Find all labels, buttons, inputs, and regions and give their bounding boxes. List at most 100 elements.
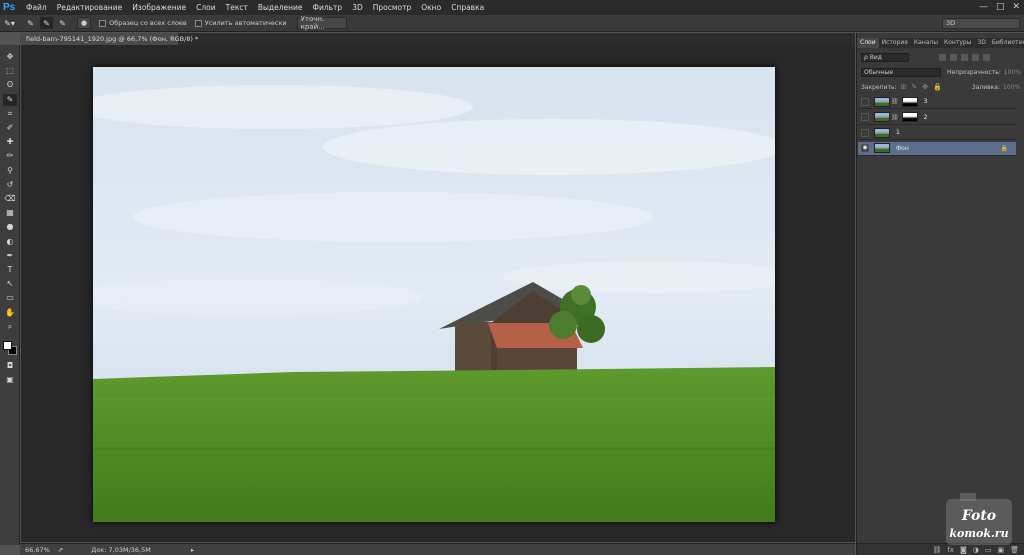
- shape-icon[interactable]: ▭: [3, 292, 17, 304]
- visibility-eye-icon[interactable]: [861, 113, 869, 121]
- menu-item[interactable]: Выделение: [258, 3, 303, 12]
- workspace-select[interactable]: 3D: [942, 18, 1020, 29]
- menu-item[interactable]: Окно: [421, 3, 441, 12]
- screen-mode-icon[interactable]: ▣: [3, 374, 17, 386]
- filter-type-icon[interactable]: [961, 53, 968, 61]
- lock-label: Закрепить:: [861, 83, 897, 91]
- type-icon[interactable]: T: [3, 264, 17, 276]
- barn-field-photo: [93, 67, 775, 522]
- menu-bar: Ps Файл Редактирование Изображение Слои Текс…: [0, 0, 1024, 15]
- visibility-eye-icon[interactable]: [861, 128, 869, 137]
- panel-tab[interactable]: Библиотеки: [989, 38, 1024, 48]
- filter-smart-icon[interactable]: [983, 53, 990, 61]
- layer-mask-thumbnail[interactable]: [901, 96, 918, 107]
- gradient-icon[interactable]: ▦: [3, 207, 17, 219]
- marquee-icon[interactable]: ⬚: [3, 65, 17, 77]
- share-icon[interactable]: ⇗: [58, 546, 63, 554]
- lock-paint-icon[interactable]: ✎: [911, 83, 917, 91]
- tool-preset-picker[interactable]: ✎▾: [3, 17, 16, 29]
- brush-size-picker[interactable]: ●: [77, 17, 92, 29]
- lock-row: Закрепить: ⊞ ✎ ✥ 🔒 Заливка: 100%: [861, 82, 1021, 92]
- layer-mask-thumbnail[interactable]: [901, 112, 918, 122]
- menu-item[interactable]: Слои: [196, 3, 216, 12]
- minimize-button[interactable]: —: [979, 2, 988, 12]
- stamp-icon[interactable]: ⚲: [3, 165, 17, 177]
- filter-pixel-icon[interactable]: [939, 53, 946, 61]
- filter-adjust-icon[interactable]: [950, 53, 957, 61]
- panel-tab[interactable]: История: [879, 38, 911, 48]
- new-selection-icon[interactable]: ✎: [24, 17, 37, 29]
- mask-link-icon[interactable]: ⛓: [891, 114, 899, 121]
- close-button[interactable]: ✕: [1012, 2, 1020, 12]
- document-image[interactable]: [93, 67, 775, 522]
- layer-row[interactable]: ⛓ 2: [858, 111, 1016, 125]
- panel-tabs: СлоиИсторияКаналыКонтуры3DБиблиотеки: [857, 38, 1024, 48]
- eraser-icon[interactable]: ⌫: [3, 193, 17, 205]
- menu-item[interactable]: Изображение: [132, 3, 186, 12]
- fill-label: Заливка:: [971, 83, 1000, 91]
- mask-link-icon[interactable]: ⛓: [891, 98, 899, 105]
- add-selection-icon[interactable]: ✎: [40, 17, 53, 29]
- sample-all-layers-checkbox[interactable]: [99, 19, 107, 27]
- hand-icon[interactable]: ✋: [3, 307, 17, 319]
- lock-move-icon[interactable]: ✥: [922, 83, 928, 91]
- menu-item[interactable]: 3D: [352, 3, 363, 12]
- photoshop-logo: Ps: [3, 2, 16, 13]
- doc-info: Док: 7,03M/36,5M: [91, 545, 151, 554]
- watermark-line2: komok.ru: [949, 527, 1008, 540]
- brush-icon[interactable]: ✏: [3, 150, 17, 162]
- watermark-logo: Foto komok.ru: [942, 487, 1016, 549]
- auto-enhance-checkbox[interactable]: [194, 19, 202, 27]
- sample-all-layers-label: Образец со всех слоев: [109, 19, 187, 27]
- fill-value[interactable]: 100%: [1003, 84, 1020, 91]
- layer-name: 2: [923, 113, 928, 121]
- zoom-icon[interactable]: ⌕: [3, 321, 17, 333]
- healing-icon[interactable]: ✚: [3, 136, 17, 148]
- filter-shape-icon[interactable]: [972, 53, 979, 61]
- maximize-button[interactable]: □: [996, 2, 1005, 12]
- menu-item[interactable]: Фильтр: [313, 3, 343, 12]
- layer-row[interactable]: 1: [858, 126, 1016, 140]
- zoom-level[interactable]: 66,67%: [25, 546, 50, 554]
- layer-thumbnail: [874, 143, 890, 153]
- menu-item[interactable]: Просмотр: [373, 3, 412, 12]
- crop-icon[interactable]: ⌗: [3, 108, 17, 120]
- lasso-icon[interactable]: ʘ: [3, 79, 17, 91]
- quick-mask-icon[interactable]: ◘: [3, 360, 17, 372]
- menu-item[interactable]: Файл: [26, 3, 47, 12]
- menu-item[interactable]: Текст: [226, 3, 248, 12]
- blend-mode-select[interactable]: Обычные: [861, 67, 941, 77]
- menu-item[interactable]: Справка: [451, 3, 484, 12]
- eyedropper-icon[interactable]: ✐: [3, 122, 17, 134]
- history-brush-icon[interactable]: ↺: [3, 179, 17, 191]
- document-tab[interactable]: field-barn-795141_1920.jpg @ 66,7% (Фон,…: [20, 33, 198, 45]
- link-icon[interactable]: ⛓: [932, 546, 941, 554]
- panel-tab[interactable]: Контуры: [941, 38, 974, 48]
- foreground-color-swatch[interactable]: [3, 341, 12, 350]
- pen-icon[interactable]: ✒: [3, 250, 17, 262]
- blur-icon[interactable]: ●: [3, 221, 17, 233]
- layer-row[interactable]: ◉ Фон 🔒: [858, 141, 1016, 156]
- panel-tab[interactable]: 3D: [974, 38, 988, 48]
- refine-edge-button[interactable]: Уточн. край...: [296, 15, 347, 31]
- layer-name: 1: [896, 129, 900, 136]
- move-icon[interactable]: ✥: [3, 51, 17, 63]
- layer-row[interactable]: ⛓ 3: [858, 95, 1016, 109]
- kind-filter-select[interactable]: ρ Вид: [861, 52, 909, 62]
- panel-tab[interactable]: Слои: [857, 38, 879, 48]
- toolbar: ✥ ⬚ ʘ ✎ ⌗ ✐ ✚ ✏ ⚲ ↺ ⌫ ▦ ● ◐ ✒ T ↖ ▭ ✋ ⌕ ◘ ▣: [0, 45, 20, 545]
- lock-pixels-icon[interactable]: ⊞: [901, 83, 907, 91]
- panel-tab[interactable]: Каналы: [911, 38, 941, 48]
- opacity-value[interactable]: 100%: [1004, 69, 1021, 76]
- path-select-icon[interactable]: ↖: [3, 278, 17, 290]
- lock-all-icon[interactable]: 🔒: [933, 83, 942, 91]
- options-bar: ✎▾ ✎ ✎ ✎ ● Образец со всех слоев Усилить…: [0, 15, 1024, 32]
- quick-select-icon[interactable]: ✎: [3, 93, 17, 106]
- subtract-selection-icon[interactable]: ✎: [56, 17, 69, 29]
- menu-items: Файл Редактирование Изображение Слои Текст Вы…: [21, 3, 489, 12]
- visibility-eye-icon[interactable]: ◉: [861, 144, 869, 152]
- visibility-eye-icon[interactable]: [861, 97, 869, 106]
- dodge-icon[interactable]: ◐: [3, 236, 17, 248]
- menu-item[interactable]: Редактирование: [57, 3, 122, 12]
- status-menu-arrow[interactable]: ▸: [191, 546, 194, 554]
